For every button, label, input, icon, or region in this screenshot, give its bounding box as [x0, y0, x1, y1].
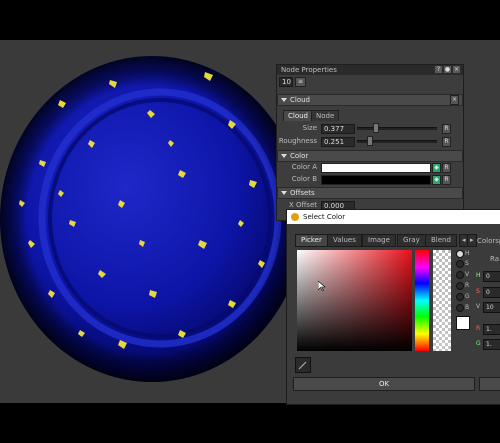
cancel-button[interactable] — [479, 377, 500, 391]
collapse-triangle-icon — [281, 98, 287, 102]
tab-image[interactable]: Image — [362, 234, 396, 247]
radio-h-label: H — [465, 250, 470, 257]
tab-gray[interactable]: Gray — [397, 234, 426, 247]
size-reset-button[interactable]: R — [442, 124, 451, 134]
color-b-picker-icon[interactable]: ◆ — [432, 175, 441, 185]
saturation-value-square[interactable] — [297, 250, 412, 351]
field-g-input[interactable]: 1. — [483, 339, 500, 350]
color-b-swatch[interactable] — [321, 175, 431, 185]
field-r-input[interactable]: 1. — [483, 324, 500, 335]
node-properties-panel: Node Properties ? ● × 10 ≡ Cloud × Cloud… — [276, 64, 464, 221]
section-close-icon[interactable]: × — [450, 95, 459, 105]
field-r-label: R — [476, 325, 481, 332]
section-color-label: Color — [290, 152, 309, 160]
size-slider[interactable] — [357, 127, 437, 130]
field-h-label: H — [476, 272, 481, 279]
node-id-field[interactable]: 10 — [279, 77, 293, 87]
roughness-slider-knob[interactable] — [367, 136, 373, 146]
ok-button[interactable]: OK — [293, 377, 475, 391]
hue-slider[interactable] — [415, 250, 429, 351]
field-g-label: G — [476, 340, 481, 347]
collapse-triangle-icon — [281, 191, 287, 195]
field-s-label: S — [476, 288, 480, 295]
close-icon[interactable]: × — [453, 66, 460, 73]
roughness-reset-button[interactable]: R — [442, 137, 451, 147]
section-offsets-header[interactable]: Offsets — [277, 187, 463, 199]
radio-r-label: R — [465, 282, 470, 289]
tab-values[interactable]: Values — [327, 234, 362, 247]
size-field[interactable]: 0.377 — [321, 124, 355, 134]
color-a-picker-icon[interactable]: ◆ — [432, 163, 441, 173]
size-label: Size — [302, 124, 317, 132]
field-v-label: V — [476, 303, 481, 310]
panel-titlebar[interactable]: Node Properties ? ● × — [277, 65, 463, 75]
radio-s-label: S — [465, 260, 469, 267]
menu-icon[interactable]: ≡ — [295, 77, 306, 87]
section-cloud-header[interactable]: Cloud × — [277, 94, 463, 106]
tab-cloud[interactable]: Cloud — [283, 110, 313, 121]
radio-g[interactable] — [456, 293, 464, 301]
color-b-label: Color B — [291, 175, 317, 183]
section-color-header[interactable]: Color — [277, 150, 463, 162]
tab-picker[interactable]: Picker — [295, 234, 328, 247]
tab-scroll-right-icon[interactable]: ▸ — [467, 234, 477, 247]
radio-b[interactable] — [456, 304, 464, 312]
select-color-dialog: Select Color Picker Values Image Gray Bl… — [286, 209, 500, 405]
pin-icon[interactable]: ● — [444, 66, 451, 73]
dialog-titlebar[interactable]: Select Color — [287, 210, 500, 224]
help-icon[interactable]: ? — [435, 66, 442, 73]
section-offsets-label: Offsets — [290, 189, 315, 197]
radio-g-label: G — [465, 293, 470, 300]
panel-title: Node Properties — [281, 66, 337, 74]
eyedropper-icon — [298, 361, 307, 370]
field-s-input[interactable]: 0 — [483, 287, 500, 298]
section-cloud-label: Cloud — [290, 96, 310, 104]
radio-r[interactable] — [456, 282, 464, 290]
radio-s[interactable] — [456, 260, 464, 268]
radio-h[interactable] — [456, 250, 464, 258]
color-a-label: Color A — [291, 163, 317, 171]
color-a-reset-button[interactable]: R — [442, 163, 451, 173]
current-color-preview — [456, 316, 470, 330]
radio-v-label: V — [465, 271, 470, 278]
alpha-slider[interactable] — [433, 250, 451, 351]
roughness-label: Roughness — [278, 137, 317, 145]
field-v-input[interactable]: 10 — [483, 302, 500, 313]
mouse-cursor-icon — [318, 281, 326, 291]
collapse-triangle-icon — [281, 154, 287, 158]
radio-v[interactable] — [456, 271, 464, 279]
app-icon — [291, 213, 299, 221]
radio-b-label: B — [465, 304, 470, 311]
color-b-reset-button[interactable]: R — [442, 175, 451, 185]
dialog-title: Select Color — [303, 213, 346, 221]
roughness-field[interactable]: 0.251 — [321, 137, 355, 147]
size-slider-knob[interactable] — [373, 123, 379, 133]
color-a-swatch[interactable] — [321, 163, 431, 173]
range-label: Ra — [490, 255, 499, 263]
field-h-input[interactable]: 0 — [483, 271, 500, 282]
tab-blend[interactable]: Blend — [425, 234, 457, 247]
colorspace-label: Colorsp — [477, 237, 500, 245]
tab-node[interactable]: Node — [311, 110, 340, 121]
eyedropper-button[interactable] — [295, 357, 311, 373]
